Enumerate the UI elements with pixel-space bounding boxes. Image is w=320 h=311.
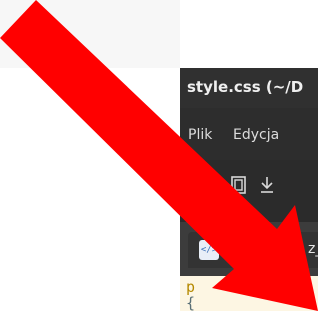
red-arrow-annotation — [0, 0, 318, 311]
